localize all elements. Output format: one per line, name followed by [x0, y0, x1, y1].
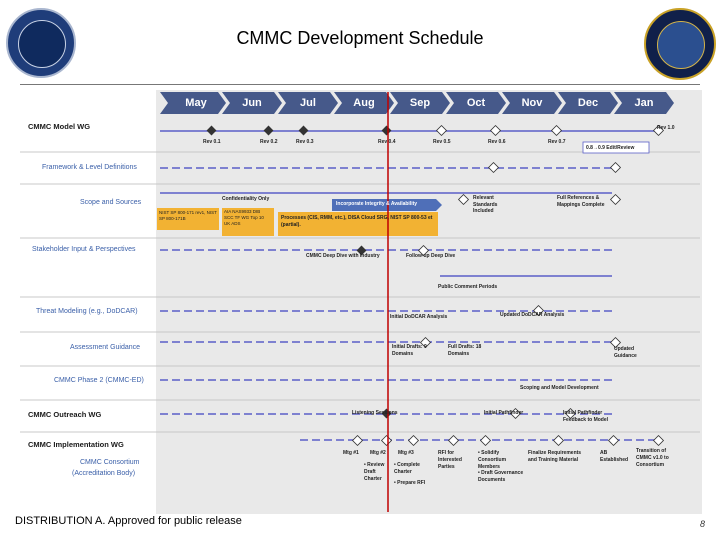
- label-aia: AIA NAS9933 DIB SCC TF WG Top 10 UK ADS: [224, 209, 264, 226]
- label-confidentiality: Confidentiality Only: [222, 196, 270, 202]
- label-integrity: Incorporate Integrity & Availability: [336, 201, 418, 207]
- month-label: Jan: [634, 97, 654, 109]
- label-finalize: Finalize Requirements and Training Mater…: [528, 450, 582, 463]
- label-full-refs: Full References & Mappings Complete: [557, 195, 605, 208]
- label-full-drafts: Full Drafts: 18 Domains: [448, 344, 482, 357]
- label-updated-guidance: Updated Guidance: [614, 346, 637, 359]
- milestone-rev05: [435, 124, 448, 137]
- milestone-rev01: [206, 125, 217, 136]
- label-rev04: Rev 0.4: [378, 139, 396, 145]
- milestone-rev02: [263, 125, 274, 136]
- label-rev03: Rev 0.3: [296, 139, 314, 145]
- row-label-framework: Framework & Level Definitions: [42, 164, 137, 171]
- label-review-draft: • Review Draft Charter: [364, 462, 385, 482]
- label-mtg2: Mtg #2: [370, 450, 386, 456]
- label-transition: Transition of CMMC v1.0 to Consortium: [636, 448, 669, 468]
- row-label-consortium: CMMC Consortium: [80, 459, 140, 466]
- row-label-scope: Scope and Sources: [80, 199, 142, 206]
- label-mtg1: Mtg #1: [343, 450, 359, 456]
- month-label: Nov: [521, 97, 543, 109]
- label-followup: Follow-up Deep Dive: [406, 253, 456, 259]
- label-rev06: Rev 0.6: [488, 139, 506, 145]
- label-prepare-rfi: • Prepare RFI: [394, 480, 426, 486]
- label-initial-pathfinder: Initial Pathfinder: [484, 410, 524, 416]
- label-initial-drafts: Initial Drafts: 9 Domains: [392, 344, 427, 357]
- row-label-stakeholder: Stakeholder Input & Perspectives: [32, 246, 136, 253]
- label-scoping: Scoping and Model Development: [520, 385, 599, 391]
- page-number: 8: [700, 519, 706, 529]
- label-rfi: RFI for Interested Parties: [438, 450, 462, 470]
- row-label-threat: Threat Modeling (e.g., DoDCAR): [36, 308, 138, 315]
- label-listening: Listening Sessions: [352, 410, 398, 416]
- distribution-statement: DISTRIBUTION A. Approved for public rele…: [15, 515, 242, 527]
- milestone-rev06: [489, 124, 502, 137]
- month-label: Jun: [242, 97, 262, 109]
- label-rev07: Rev 0.7: [548, 139, 566, 145]
- label-updated-dodcar: Updated DoDCAR Analysis: [500, 312, 565, 318]
- label-nist: NIST SP 800-171 rev1, NIST SP 800-171B: [159, 210, 217, 221]
- milestone-rev04: [381, 125, 392, 136]
- label-processes: Processes (CIS, RMM, etc.), DISA Cloud S…: [281, 215, 433, 228]
- month-label: Dec: [577, 97, 599, 109]
- month-label: Jul: [300, 97, 316, 109]
- month-label: Oct: [466, 97, 486, 109]
- label-rev02: Rev 0.2: [260, 139, 278, 145]
- row-label-implementation: CMMC Implementation WG: [28, 440, 124, 449]
- label-rev01: Rev 0.1: [203, 139, 221, 145]
- label-initial-dodcar: Initial DoDCAR Analysis: [390, 314, 448, 320]
- row-label-outreach: CMMC Outreach WG: [28, 410, 102, 419]
- milestone-rev03: [298, 125, 309, 136]
- label-edit-review: 0.8→0.9 Edit/Review: [586, 145, 635, 151]
- row-label-accreditation: (Accreditation Body): [72, 470, 136, 477]
- label-rev10: Rev 1.0: [657, 125, 675, 131]
- milestone-rev07: [550, 124, 563, 137]
- label-public-comment: Public Comment Periods: [438, 284, 498, 290]
- row-label-assessment: Assessment Guidance: [70, 344, 141, 351]
- label-relevant: Relevant Standards Included: [473, 195, 498, 214]
- label-mtg3: Mtg #3: [398, 450, 414, 456]
- label-draft-gov: • Draft Governance Documents: [478, 470, 524, 483]
- label-solidify: • Solidify Consortium Members: [478, 450, 507, 470]
- label-ab-established: AB Established: [600, 450, 629, 463]
- row-label-model-wg: CMMC Model WG: [28, 122, 91, 131]
- month-label: Sep: [409, 97, 431, 109]
- label-rev05: Rev 0.5: [433, 139, 451, 145]
- month-label: Aug: [353, 97, 375, 109]
- label-deep-dive: CMMC Deep Dive with Industry: [306, 253, 380, 259]
- row-label-phase2: CMMC Phase 2 (CMMC-ED): [54, 377, 144, 384]
- label-complete-charter: • Complete Charter: [394, 462, 420, 475]
- label-pathfinder-feedback: Initial Pathfinder Feedback to Model: [563, 410, 609, 423]
- month-label: May: [185, 97, 207, 109]
